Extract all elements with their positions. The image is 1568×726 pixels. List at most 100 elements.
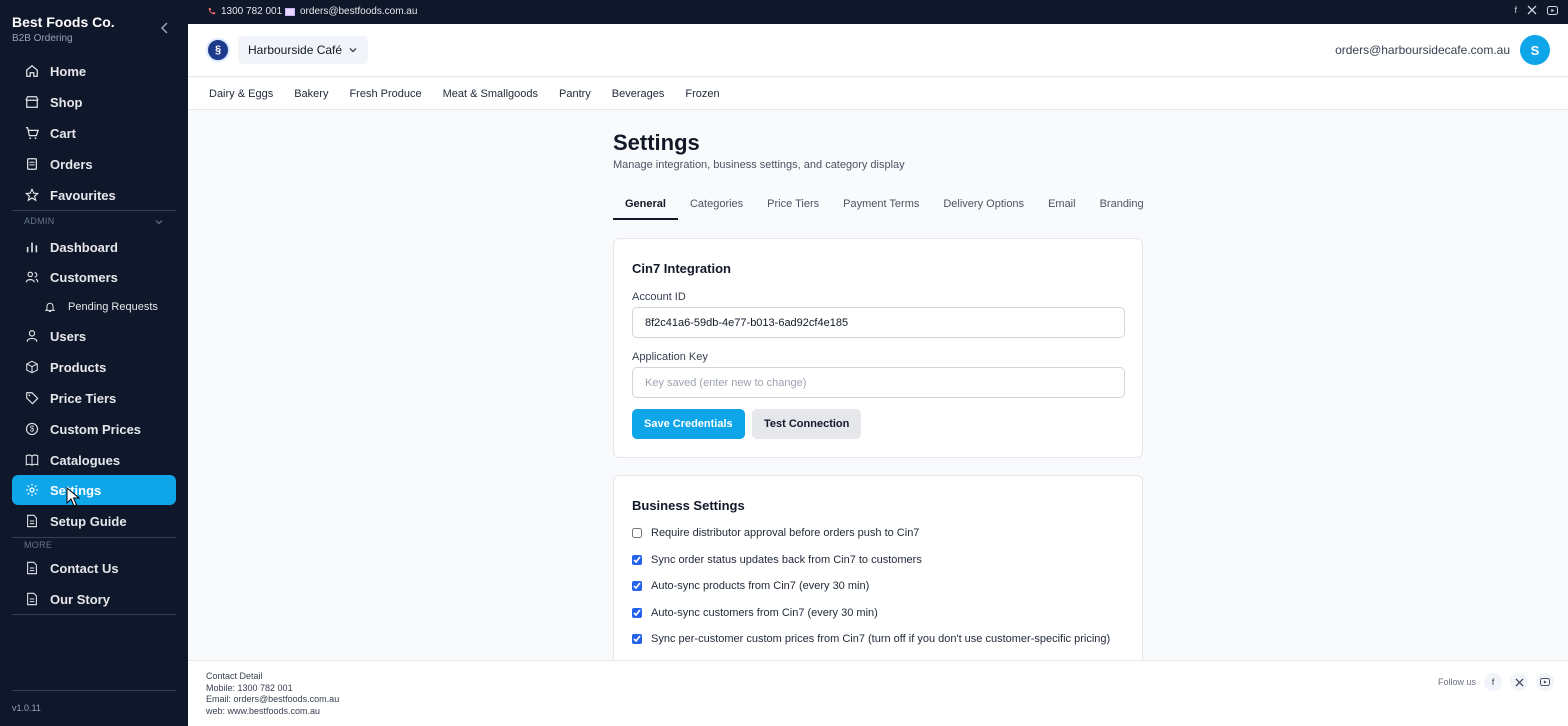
tab-price-tiers[interactable]: Price Tiers xyxy=(755,192,831,220)
facebook-icon[interactable]: f xyxy=(1484,673,1502,691)
footer-web: web: www.bestfoods.com.au xyxy=(206,705,321,716)
sidebar-item-pending-requests[interactable]: Pending Requests xyxy=(30,292,176,322)
sidebar-item-cart[interactable]: Cart xyxy=(12,118,176,148)
tab-general[interactable]: General xyxy=(613,192,678,220)
test-connection-button[interactable]: Test Connection xyxy=(752,409,862,439)
option-label: Require distributor approval before orde… xyxy=(651,527,920,539)
category-link-bakery[interactable]: Bakery xyxy=(294,88,328,100)
avatar[interactable]: S xyxy=(1520,35,1550,65)
brand-subtitle: B2B Ordering xyxy=(12,33,73,44)
card-title: Business Settings xyxy=(632,498,745,513)
sidebar-item-favourites[interactable]: Favourites xyxy=(12,180,176,210)
x-icon[interactable] xyxy=(1527,5,1537,15)
topbar-social-links: f xyxy=(1514,5,1558,15)
sidebar-item-custom-prices[interactable]: $ Custom Prices xyxy=(12,414,176,444)
sidebar-item-label: Orders xyxy=(50,156,93,172)
sidebar-item-label: Custom Prices xyxy=(50,421,142,437)
gear-icon xyxy=(24,482,40,498)
topbar-email[interactable]: orders@bestfoods.com.au xyxy=(285,6,417,17)
option-checkbox[interactable] xyxy=(632,608,642,618)
bar-chart-icon xyxy=(24,239,40,255)
brand-name: Best Foods Co. xyxy=(12,14,115,30)
sidebar-item-label: Catalogues xyxy=(50,452,121,468)
facebook-icon[interactable]: f xyxy=(1514,5,1517,15)
option-sync-custom-prices[interactable]: Sync per-customer custom prices from Cin… xyxy=(632,633,1110,645)
category-link-pantry[interactable]: Pantry xyxy=(559,88,591,100)
sidebar-item-our-story[interactable]: Our Story xyxy=(12,584,176,614)
option-label: Auto-sync products from Cin7 (every 30 m… xyxy=(651,580,870,592)
option-label: Auto-sync customers from Cin7 (every 30 … xyxy=(651,607,878,619)
sidebar-item-label: Setup Guide xyxy=(50,513,127,529)
organization-switcher[interactable]: Harbourside Café xyxy=(238,36,369,64)
sidebar-item-home[interactable]: Home xyxy=(12,56,176,86)
sidebar-item-label: Home xyxy=(50,63,87,79)
orders-icon xyxy=(24,156,40,172)
option-checkbox[interactable] xyxy=(632,581,642,591)
sidebar-item-label: Our Story xyxy=(50,591,110,607)
sidebar-item-setup-guide[interactable]: Setup Guide xyxy=(12,506,176,536)
home-icon xyxy=(24,63,40,79)
customers-icon xyxy=(24,269,40,285)
sidebar: Best Foods Co. B2B Ordering Home Shop Ca… xyxy=(0,0,188,726)
tag-icon xyxy=(24,390,40,406)
category-link-beverages[interactable]: Beverages xyxy=(612,88,665,100)
category-link-meat-smallgoods[interactable]: Meat & Smallgoods xyxy=(443,88,538,100)
footer-contact-heading: Contact Detail xyxy=(206,671,263,681)
admin-section-label: ADMIN xyxy=(24,216,55,226)
sidebar-item-contact-us[interactable]: Contact Us xyxy=(12,553,176,583)
user-icon xyxy=(24,328,40,344)
sidebar-item-catalogues[interactable]: Catalogues xyxy=(12,445,176,475)
option-auto-sync-customers[interactable]: Auto-sync customers from Cin7 (every 30 … xyxy=(632,607,878,619)
category-link-frozen[interactable]: Frozen xyxy=(685,88,719,100)
youtube-icon[interactable] xyxy=(1547,5,1558,15)
sidebar-item-shop[interactable]: Shop xyxy=(12,87,176,117)
settings-tabs: General Categories Price Tiers Payment T… xyxy=(613,192,1144,220)
card-title: Cin7 Integration xyxy=(632,261,731,276)
sidebar-item-label: Shop xyxy=(50,94,83,110)
account-id-label: Account ID xyxy=(632,291,686,303)
application-key-label: Application Key xyxy=(632,351,708,363)
option-sync-order-status[interactable]: Sync order status updates back from Cin7… xyxy=(632,554,922,566)
x-icon[interactable] xyxy=(1510,673,1528,691)
option-checkbox[interactable] xyxy=(632,555,642,565)
account-id-input[interactable] xyxy=(632,307,1125,338)
footer-follow: Follow us f xyxy=(1438,673,1554,691)
topbar-phone[interactable]: 1300 782 001 xyxy=(207,6,282,17)
tab-categories[interactable]: Categories xyxy=(678,192,755,220)
sidebar-item-customers[interactable]: Customers xyxy=(12,262,176,292)
tab-email[interactable]: Email xyxy=(1036,192,1088,220)
youtube-icon[interactable] xyxy=(1536,673,1554,691)
sidebar-item-label: Price Tiers xyxy=(50,390,117,406)
store-icon xyxy=(24,94,40,110)
collapse-sidebar-button[interactable] xyxy=(157,20,173,36)
tab-delivery-options[interactable]: Delivery Options xyxy=(931,192,1036,220)
topbar-email-text: orders@bestfoods.com.au xyxy=(300,6,418,17)
bell-icon xyxy=(42,299,58,315)
sidebar-item-settings[interactable]: Settings xyxy=(12,475,176,505)
category-link-fresh-produce[interactable]: Fresh Produce xyxy=(349,88,421,100)
sidebar-item-orders[interactable]: Orders xyxy=(12,149,176,179)
option-auto-sync-products[interactable]: Auto-sync products from Cin7 (every 30 m… xyxy=(632,580,869,592)
category-link-dairy-eggs[interactable]: Dairy & Eggs xyxy=(209,88,273,100)
tab-payment-terms[interactable]: Payment Terms xyxy=(831,192,931,220)
sidebar-item-price-tiers[interactable]: Price Tiers xyxy=(12,383,176,413)
mouse-cursor-icon xyxy=(66,487,80,507)
option-checkbox[interactable] xyxy=(632,528,642,538)
sidebar-item-products[interactable]: Products xyxy=(12,352,176,382)
option-require-approval[interactable]: Require distributor approval before orde… xyxy=(632,527,919,539)
sidebar-divider xyxy=(12,537,176,538)
sidebar-item-users[interactable]: Users xyxy=(12,321,176,351)
brand: Best Foods Co. B2B Ordering xyxy=(12,14,115,44)
sidebar-item-label: Products xyxy=(50,359,107,375)
sidebar-item-dashboard[interactable]: Dashboard xyxy=(12,232,176,262)
tab-branding[interactable]: Branding xyxy=(1088,192,1156,220)
application-key-input[interactable] xyxy=(632,367,1125,398)
save-credentials-button[interactable]: Save Credentials xyxy=(632,409,745,439)
option-checkbox[interactable] xyxy=(632,634,642,644)
document-icon xyxy=(24,513,40,529)
svg-text:$: $ xyxy=(30,425,35,434)
footer-contact: Contact Detail Mobile: 1300 782 001 Emai… xyxy=(206,671,339,717)
book-icon xyxy=(24,452,40,468)
chevron-down-icon[interactable] xyxy=(154,217,164,227)
sidebar-divider xyxy=(12,614,176,615)
